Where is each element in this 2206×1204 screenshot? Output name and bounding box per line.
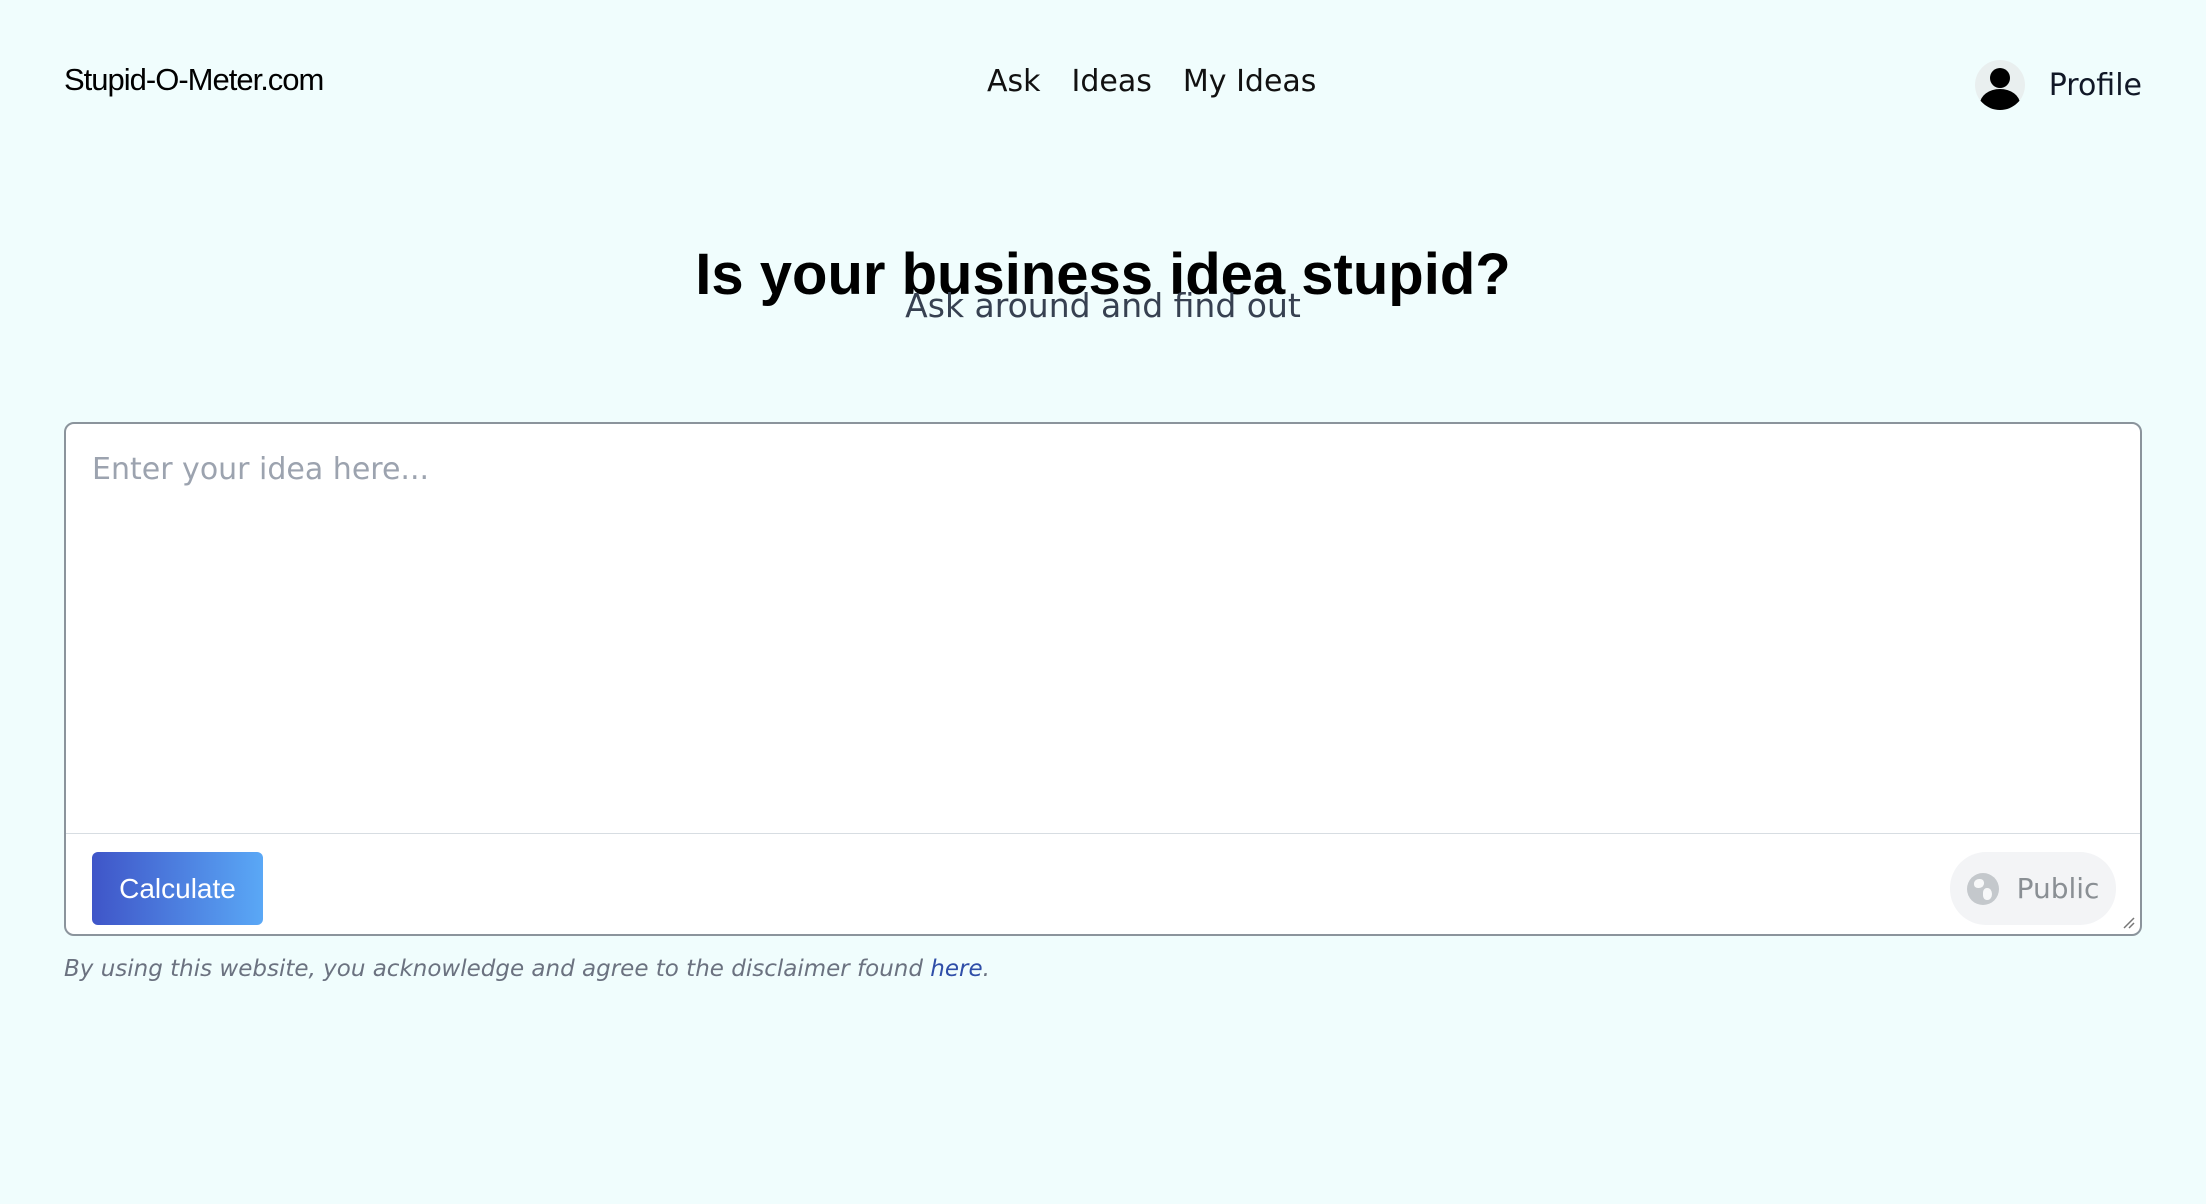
profile-label: Profile	[2048, 67, 2142, 103]
disclaimer-prefix: By using this website, you acknowledge a…	[64, 956, 931, 982]
visibility-toggle[interactable]: Public	[1950, 852, 2116, 925]
calculate-button[interactable]: Calculate	[92, 852, 263, 925]
user-icon	[1974, 60, 2025, 110]
user-head-shape	[1989, 68, 2010, 88]
idea-input[interactable]	[66, 424, 2140, 834]
site-brand[interactable]: Stupid-O-Meter.com	[64, 62, 324, 98]
page-subtitle: Ask around and find out	[905, 286, 1301, 325]
disclaimer-suffix: .	[982, 956, 990, 982]
nav-my-ideas[interactable]: My Ideas	[1183, 64, 1317, 99]
profile-link[interactable]: Profile	[1974, 60, 2142, 110]
globe-icon	[1966, 872, 1999, 905]
visibility-label: Public	[2016, 872, 2100, 905]
nav-ideas[interactable]: Ideas	[1072, 64, 1152, 99]
nav-ask[interactable]: Ask	[987, 64, 1041, 99]
user-body-shape	[1979, 89, 2020, 110]
disclaimer-link[interactable]: here	[930, 956, 982, 982]
top-header: Stupid-O-Meter.com Ask Ideas My Ideas Pr…	[0, 0, 2206, 172]
disclaimer-text: By using this website, you acknowledge a…	[64, 956, 990, 982]
resize-handle-icon[interactable]	[2121, 915, 2135, 929]
main-nav: Ask Ideas My Ideas	[987, 64, 1316, 99]
idea-form: Calculate Public	[64, 422, 2142, 936]
